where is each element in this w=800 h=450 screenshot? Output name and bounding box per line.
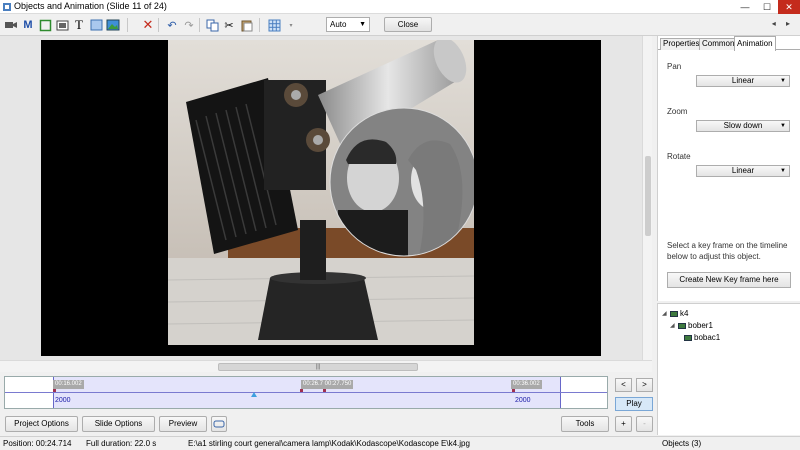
collapse-icon[interactable]: ◢ (662, 309, 668, 319)
object-tree: ◢ k4 ◢ bober1 bobac1 (657, 303, 800, 435)
tools-button[interactable]: Tools (561, 416, 609, 432)
tree-item-label: k4 (680, 309, 689, 318)
tab-properties[interactable]: Properties (660, 38, 703, 50)
chevron-down-icon: ▼ (359, 21, 366, 28)
chevron-down-icon: ▼ (780, 168, 786, 174)
keyframe-value-3: 2000 (515, 397, 531, 404)
minimize-button[interactable]: — (734, 0, 756, 14)
rotate-label: Rotate (667, 152, 691, 161)
app-icon (3, 3, 11, 11)
grid-icon[interactable] (266, 17, 282, 33)
project-options-button[interactable]: Project Options (5, 416, 78, 432)
status-objects: Objects (3) (662, 439, 702, 448)
image-icon[interactable] (54, 17, 70, 33)
properties-panel: Properties Common Animation Pan Linear ▼… (657, 36, 800, 301)
mask-icon[interactable]: M (20, 17, 36, 33)
rotate-value: Linear (731, 166, 755, 175)
keyframe-label-3[interactable]: 00:36.002 (511, 380, 542, 389)
add-keyframe-button[interactable]: + (615, 416, 632, 432)
tab-animation[interactable]: Animation (734, 36, 776, 51)
title-bar: Objects and Animation (Slide 11 of 24) —… (0, 0, 800, 14)
bottom-bar: Project Options Slide Options Preview To… (0, 412, 657, 436)
playhead-marker[interactable] (251, 392, 257, 397)
tree-item-label: bobac1 (694, 333, 721, 342)
slide-stage[interactable] (41, 40, 601, 356)
pan-value: Linear (731, 76, 755, 85)
object-icon (670, 311, 678, 317)
text-icon[interactable]: T (71, 17, 87, 33)
remove-keyframe-button[interactable]: - (636, 416, 653, 432)
rotate-select[interactable]: Linear ▼ (696, 165, 790, 177)
keyframe-hint: Select a key frame on the timeline below… (667, 241, 788, 261)
grid-dropdown-icon[interactable]: ▾ (283, 17, 299, 33)
tree-item-label: bober1 (688, 321, 713, 330)
prev-keyframe-button[interactable]: < (615, 378, 632, 392)
auto-select-value: Auto (330, 20, 347, 29)
tab-common[interactable]: Common (699, 38, 738, 50)
cut-icon[interactable]: ✂ (221, 17, 237, 33)
status-duration: Full duration: 22.0 s (86, 439, 157, 448)
auto-select[interactable]: Auto ▼ (326, 17, 370, 32)
close-button[interactable]: Close (384, 17, 432, 32)
play-button[interactable]: Play (615, 397, 653, 411)
vertical-scrollbar[interactable] (642, 36, 652, 360)
delete-icon[interactable]: ✕ (140, 17, 156, 33)
zoom-select[interactable]: Slow down ▼ (696, 120, 790, 132)
keyframe-label-1[interactable]: 00:16.002 (53, 380, 84, 389)
pan-select[interactable]: Linear ▼ (696, 75, 790, 87)
tree-item-bobac1[interactable]: bobac1 (684, 333, 720, 343)
horizontal-scrollbar[interactable]: ||| (0, 360, 652, 372)
slide-options-button[interactable]: Slide Options (82, 416, 155, 432)
keyframe-value-1: 2000 (55, 397, 71, 404)
chevron-down-icon: ▼ (780, 123, 786, 129)
tree-item-bober1[interactable]: ◢ bober1 (670, 321, 713, 331)
paste-icon[interactable] (238, 17, 254, 33)
horizontal-scroll-thumb[interactable]: ||| (218, 363, 418, 371)
object-icon (678, 323, 686, 329)
zoom-label: Zoom (667, 107, 688, 116)
keyframe-label-2[interactable]: 00:26.7 00:27.750 (301, 380, 354, 389)
status-position: Position: 00:24.714 (3, 439, 72, 448)
object-icon (684, 335, 692, 341)
maximize-button[interactable]: ☐ (756, 0, 778, 14)
create-keyframe-button[interactable]: Create New Key frame here (667, 272, 791, 288)
copy-icon[interactable] (204, 17, 220, 33)
next-keyframe-button[interactable]: > (636, 378, 653, 392)
collapse-icon[interactable]: ◢ (670, 321, 676, 331)
toolbar: M T ✕ ↶ ↷ ✂ ▾ Auto ▼ Close ◂ ▸ (0, 14, 800, 36)
chevron-down-icon: ▼ (780, 78, 786, 84)
keyframe-dot[interactable] (512, 389, 515, 392)
frame-icon[interactable] (37, 17, 53, 33)
preview-area (0, 36, 652, 360)
slide-photo[interactable] (168, 40, 474, 345)
panel-nav-arrows[interactable]: ◂ ▸ (772, 19, 794, 28)
window-close-button[interactable]: ✕ (778, 0, 800, 14)
zoom-value: Slow down (723, 121, 763, 130)
keyframe-dot[interactable] (53, 389, 56, 392)
keyframe-dot[interactable] (300, 389, 303, 392)
pan-label: Pan (667, 62, 682, 71)
redo-icon[interactable]: ↷ (181, 17, 197, 33)
camera-icon[interactable] (3, 17, 19, 33)
timeline-track (5, 392, 607, 393)
undo-icon[interactable]: ↶ (164, 17, 180, 33)
status-bar: Position: 00:24.714 Full duration: 22.0 … (0, 436, 800, 450)
window-title: Objects and Animation (Slide 11 of 24) (14, 1, 167, 11)
loop-icon[interactable] (211, 416, 227, 432)
status-file-path: E:\a1 stirling court general\camera lamp… (188, 439, 470, 448)
vertical-scroll-thumb[interactable] (645, 156, 651, 236)
rectangle-icon[interactable] (88, 17, 104, 33)
timeline[interactable]: 00:16.002 00:26.7 00:27.750 00:36.002 20… (4, 376, 608, 409)
preview-button[interactable]: Preview (159, 416, 207, 432)
keyframe-dot[interactable] (323, 389, 326, 392)
panel-tabs: Properties Common Animation (658, 36, 800, 51)
tree-item-k4[interactable]: ◢ k4 (662, 309, 688, 319)
picture-icon[interactable] (105, 17, 121, 33)
